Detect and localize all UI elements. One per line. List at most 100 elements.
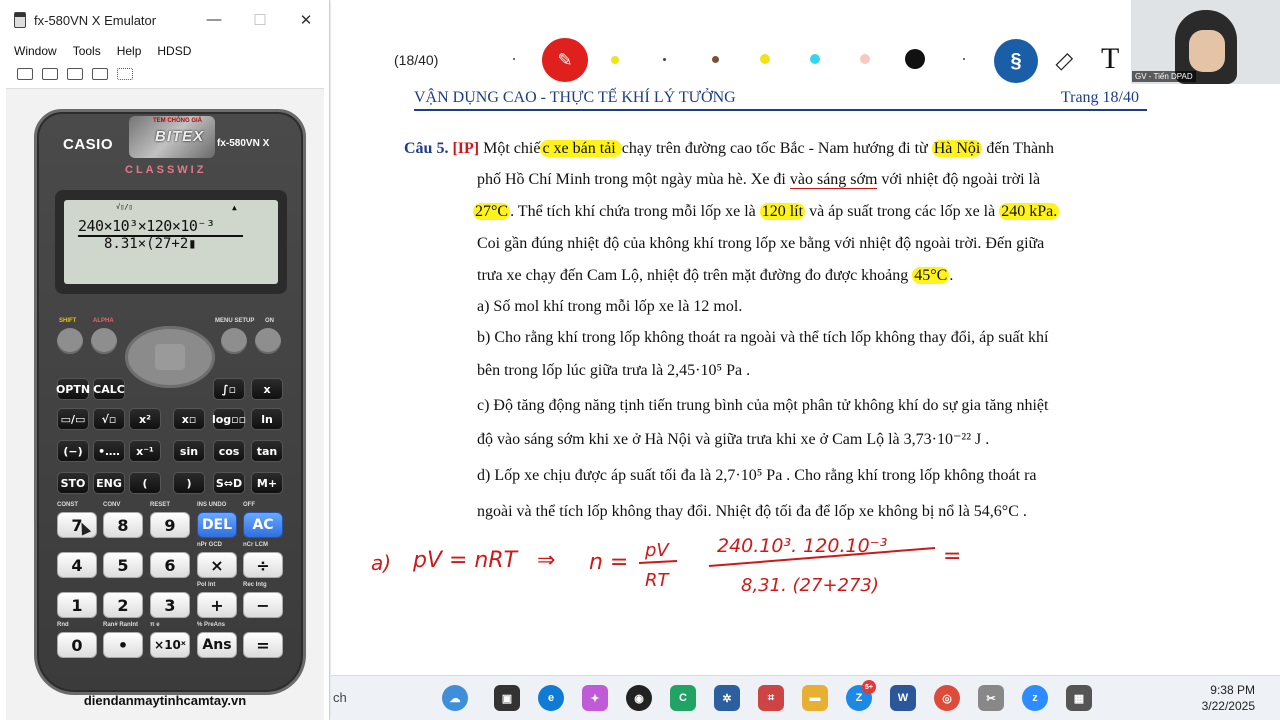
key-cos[interactable]: cos bbox=[213, 440, 245, 462]
snipping-icon[interactable]: ✂ bbox=[978, 685, 1004, 711]
calculator-screen-frame: √▯/▯ ▲ 240×10³×120×10⁻³ 8.31×(27+2▮ bbox=[55, 190, 287, 294]
key-sublabel: RESET bbox=[150, 502, 171, 508]
copilot-icon[interactable]: ✦ bbox=[582, 685, 608, 711]
key-inverse[interactable]: x⁻¹ bbox=[129, 440, 161, 462]
menu-button[interactable] bbox=[221, 328, 247, 354]
key-degree[interactable]: •‥‥ bbox=[93, 440, 125, 462]
key-6[interactable]: 6 bbox=[150, 552, 190, 578]
copy-icon[interactable] bbox=[42, 68, 58, 80]
key-fraction[interactable]: ▭/▭ bbox=[57, 408, 89, 430]
classwiz-label: CLASSWIZ bbox=[125, 164, 207, 176]
hand-label: a) bbox=[371, 551, 391, 575]
key-divide[interactable]: ÷ bbox=[243, 552, 283, 578]
chrome-icon[interactable]: ◎ bbox=[934, 685, 960, 711]
menu-window[interactable]: Window bbox=[14, 44, 57, 58]
emulator-window: fx-580VN X Emulator — ☐ ✕ Window Tools H… bbox=[0, 0, 330, 720]
network-app-icon[interactable]: ✲ bbox=[714, 685, 740, 711]
key-8[interactable]: 8 bbox=[103, 512, 143, 538]
key-sin[interactable]: sin bbox=[173, 440, 205, 462]
word-icon[interactable]: W bbox=[890, 685, 916, 711]
hand-eq2-num: pV bbox=[644, 540, 670, 561]
key-0[interactable]: 0 bbox=[57, 632, 97, 658]
hand-eq2-lhs: n = bbox=[589, 550, 628, 575]
edge-icon[interactable]: e bbox=[538, 685, 564, 711]
key-sublabel: Ran# RanInt bbox=[103, 622, 139, 628]
calculator-taskbar-icon[interactable]: ▦ bbox=[1066, 685, 1092, 711]
file-explorer-icon[interactable]: ▬ bbox=[802, 685, 828, 711]
document-viewer: (18/40) ✎ § ▭ T GV - Tiến DPAD VẬN DỤNG … bbox=[331, 0, 1280, 675]
clock[interactable]: 9:38 PM 3/22/2025 bbox=[1202, 682, 1255, 714]
on-button[interactable] bbox=[255, 328, 281, 354]
key-sublabel: Rec Intg bbox=[243, 582, 267, 588]
key-equals[interactable]: = bbox=[243, 632, 283, 658]
website-label: diendanmaytinhcamtay.vn bbox=[83, 693, 247, 708]
key-eng[interactable]: ENG bbox=[93, 472, 125, 494]
minimize-icon[interactable]: — bbox=[191, 11, 237, 29]
zoom-icon[interactable]: z bbox=[1022, 685, 1048, 711]
key-3[interactable]: 3 bbox=[150, 592, 190, 618]
key-5[interactable]: 5 bbox=[103, 552, 143, 578]
hand-eq1: pV = nRT bbox=[412, 548, 519, 573]
calculator-display: √▯/▯ ▲ 240×10³×120×10⁻³ 8.31×(27+2▮ bbox=[64, 200, 278, 284]
key-sublabel: Rnd bbox=[57, 622, 69, 628]
tool-app-icon[interactable]: ⌗ bbox=[758, 685, 784, 711]
taskbar-search[interactable]: ch bbox=[331, 682, 431, 714]
scroll-up-indicator: ▲ bbox=[232, 203, 237, 212]
direction-pad[interactable] bbox=[125, 326, 215, 388]
key-sublabel: CONST bbox=[57, 502, 78, 508]
key-minus[interactable]: − bbox=[243, 592, 283, 618]
key-plus[interactable]: + bbox=[197, 592, 237, 618]
weather-icon[interactable]: ☁ bbox=[442, 685, 468, 711]
key-sublabel: OFF bbox=[243, 502, 255, 508]
task-view-icon[interactable]: ▣ bbox=[494, 685, 520, 711]
alpha-label: ALPHA bbox=[93, 318, 114, 324]
key-exp10[interactable]: ×10ˣ bbox=[150, 632, 190, 658]
key-optn[interactable]: OPTN bbox=[56, 378, 90, 400]
key-sqrt[interactable]: √▫ bbox=[93, 408, 125, 430]
close-icon[interactable]: ✕ bbox=[283, 11, 329, 29]
key-ac[interactable]: AC bbox=[243, 512, 283, 538]
camtasia-icon[interactable]: C bbox=[670, 685, 696, 711]
hand-eq3-den: 8,31. (27+273) bbox=[741, 575, 879, 596]
menu-help[interactable]: Help bbox=[117, 44, 142, 58]
key-ans[interactable]: Ans bbox=[197, 632, 237, 658]
alpha-button[interactable] bbox=[91, 328, 117, 354]
display-denominator: 8.31×(27+2▮ bbox=[104, 236, 197, 252]
key-4[interactable]: 4 bbox=[57, 552, 97, 578]
key-sublabel: Pol Int bbox=[197, 582, 216, 588]
menu-hdsd[interactable]: HDSD bbox=[157, 44, 191, 58]
key-power[interactable]: x▫ bbox=[173, 408, 205, 430]
key-calc[interactable]: CALC bbox=[93, 378, 125, 400]
menu-tools[interactable]: Tools bbox=[73, 44, 101, 58]
emulator-titlebar: fx-580VN X Emulator — ☐ ✕ bbox=[0, 0, 329, 40]
key-multiply[interactable]: × bbox=[197, 552, 237, 578]
key-log-base[interactable]: log▫▫ bbox=[212, 408, 246, 430]
shift-button[interactable] bbox=[57, 328, 83, 354]
camera-icon[interactable] bbox=[92, 68, 108, 80]
key-decimal[interactable]: • bbox=[103, 632, 143, 658]
obs-icon[interactable]: ◉ bbox=[626, 685, 652, 711]
key-open-paren[interactable]: ( bbox=[129, 472, 161, 494]
key-2[interactable]: 2 bbox=[103, 592, 143, 618]
key-integral[interactable]: ∫▫ bbox=[213, 378, 245, 400]
paste-icon[interactable] bbox=[67, 68, 83, 80]
key-sto[interactable]: STO bbox=[57, 472, 89, 494]
emulator-title: fx-580VN X Emulator bbox=[34, 12, 157, 28]
casio-logo: CASIO bbox=[63, 136, 114, 153]
key-1[interactable]: 1 bbox=[57, 592, 97, 618]
key-m-plus[interactable]: M+ bbox=[251, 472, 283, 494]
maximize-icon[interactable]: ☐ bbox=[237, 11, 283, 29]
key-square[interactable]: x² bbox=[129, 408, 161, 430]
key-tan[interactable]: tan bbox=[251, 440, 283, 462]
key-s-d[interactable]: S⇔D bbox=[213, 472, 245, 494]
grid-icon[interactable] bbox=[117, 68, 133, 80]
model-label: fx-580VN X bbox=[217, 138, 270, 149]
key-close-paren[interactable]: ) bbox=[173, 472, 205, 494]
key-x-var[interactable]: x bbox=[251, 378, 283, 400]
key-ln[interactable]: ln bbox=[251, 408, 283, 430]
key-9[interactable]: 9 bbox=[150, 512, 190, 538]
display-indicator: √▯/▯ bbox=[116, 203, 133, 211]
capture-icon[interactable] bbox=[17, 68, 33, 80]
key-del[interactable]: DEL bbox=[197, 512, 237, 538]
key-negative[interactable]: (−) bbox=[57, 440, 89, 462]
